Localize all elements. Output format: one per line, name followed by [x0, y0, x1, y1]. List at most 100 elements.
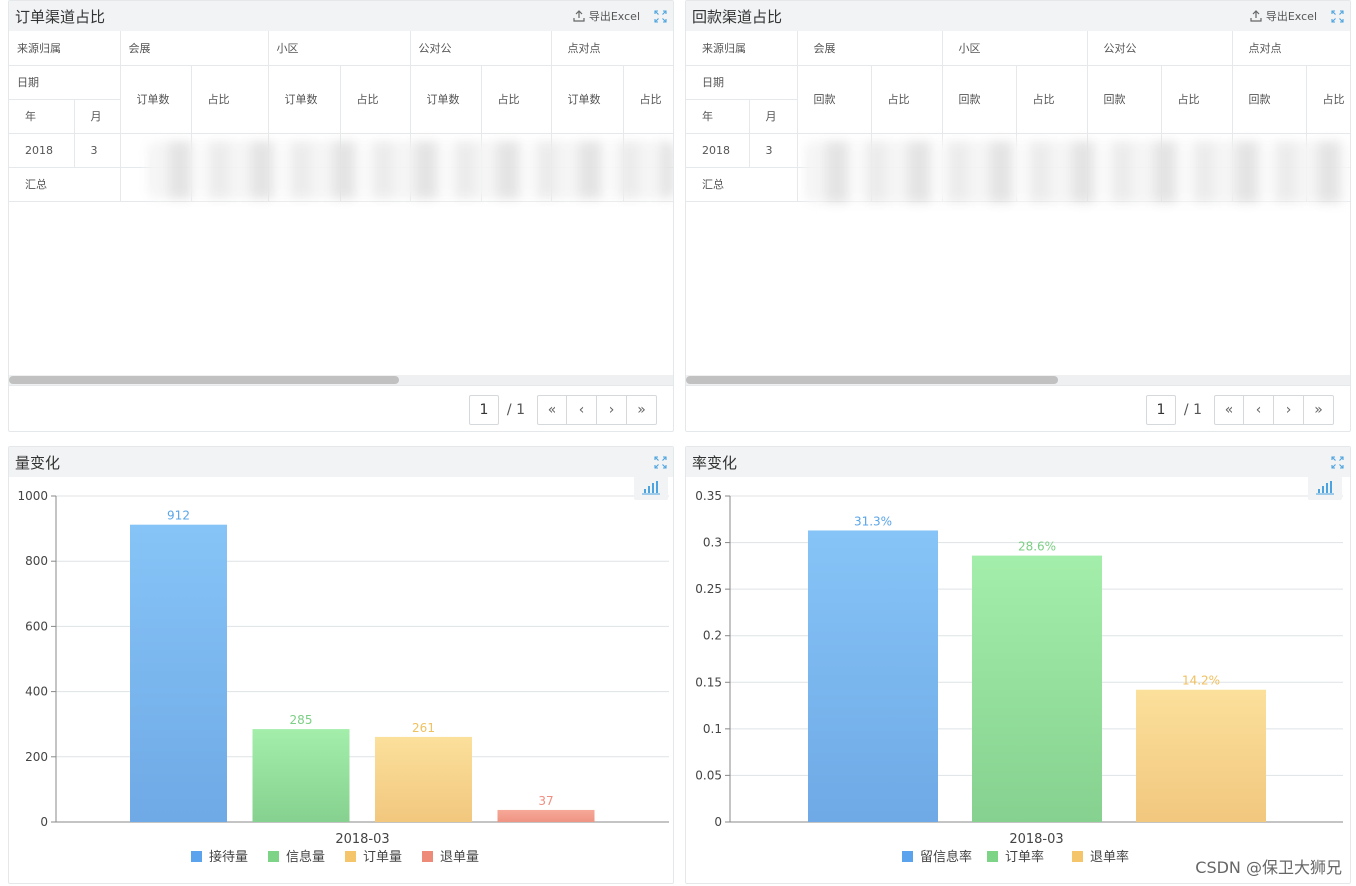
legend-label[interactable]: 退单率: [1090, 849, 1129, 865]
refund-panel-title: 回款渠道占比: [692, 7, 783, 26]
last-page-button[interactable]: »: [1304, 395, 1334, 425]
order-channel-panel: 订单渠道占比 导出Excel 来源归属 会展 小区 公对公 点对点 日期 订单数…: [8, 0, 674, 432]
export-excel-button[interactable]: 导出Excel: [1250, 8, 1317, 24]
col-header: 占比: [191, 65, 269, 134]
col-header: 占比: [340, 65, 411, 134]
source-header: 来源归属: [9, 31, 121, 66]
bar-订单率[interactable]: [972, 555, 1102, 822]
data-label: 31.3%: [854, 514, 892, 528]
scrollbar-thumb[interactable]: [9, 376, 399, 384]
y-tick-label: 0.1: [703, 722, 722, 736]
month-header: 月: [749, 99, 798, 134]
rate-panel-header: 率变化: [686, 447, 1350, 477]
scrollbar-thumb[interactable]: [686, 376, 1058, 384]
legend-swatch[interactable]: [345, 851, 356, 862]
bar-退单量[interactable]: [497, 809, 595, 822]
data-label: 14.2%: [1182, 674, 1220, 688]
y-tick-label: 0: [714, 815, 722, 829]
bar-订单量[interactable]: [375, 736, 472, 822]
header-b2b: 公对公: [410, 31, 552, 66]
page-input[interactable]: 1: [468, 395, 499, 425]
rate-bar-chart: 0 0.05 0.1 0.15 0.2 0.25 0.3 0.35 31.3% 28.6% 14.2…: [695, 477, 1343, 865]
legend-swatch[interactable]: [902, 851, 913, 862]
row-year: 2018: [9, 133, 75, 168]
y-tick-label: 0.3: [703, 536, 722, 550]
y-tick-label: 1000: [17, 489, 48, 503]
bar-接待量[interactable]: [130, 524, 227, 822]
legend-label[interactable]: 信息量: [286, 849, 325, 865]
y-tick-label: 200: [25, 750, 48, 764]
legend-label[interactable]: 退单量: [440, 850, 479, 865]
fullscreen-icon[interactable]: [654, 9, 667, 23]
data-label: 912: [167, 509, 190, 523]
first-page-button[interactable]: «: [1214, 395, 1244, 425]
first-page-button[interactable]: «: [537, 395, 567, 425]
col-header: 订单数: [120, 65, 192, 134]
pagination: 1 / 1 « ‹ › »: [468, 395, 657, 425]
summary-label: 汇总: [9, 167, 121, 202]
legend-label[interactable]: 留信息率: [920, 849, 972, 865]
prev-page-button[interactable]: ‹: [567, 395, 597, 425]
year-header: 年: [9, 99, 75, 134]
redacted-values: [147, 141, 673, 199]
header-community: 小区: [942, 31, 1088, 66]
redacted-values: [804, 141, 1350, 203]
header-exhibition: 会展: [120, 31, 269, 66]
export-excel-label: 导出Excel: [588, 10, 640, 23]
order-panel-title: 订单渠道占比: [15, 7, 106, 26]
upload-icon: [573, 10, 585, 22]
header-p2p: 点对点: [551, 31, 673, 66]
col-header: 占比: [1306, 65, 1350, 134]
chart-type-icon[interactable]: [634, 477, 668, 500]
volume-bar-chart: 0 200 400 600 800 1000 912 285 261 37 2018-03 接待量 信息…: [17, 477, 669, 865]
col-header: 回款: [1232, 65, 1307, 134]
horizontal-scrollbar[interactable]: [9, 375, 673, 385]
legend-swatch[interactable]: [987, 851, 998, 862]
y-tick-label: 0.05: [695, 768, 722, 782]
col-header: 占比: [481, 65, 552, 134]
prev-page-button[interactable]: ‹: [1244, 395, 1274, 425]
page-total: / 1: [1183, 402, 1202, 418]
data-label: 261: [412, 721, 435, 735]
y-tick-label: 0: [40, 815, 48, 829]
rate-panel-title: 率变化: [692, 453, 738, 472]
next-page-button[interactable]: ›: [597, 395, 627, 425]
row-month: 3: [749, 133, 798, 168]
export-excel-button[interactable]: 导出Excel: [573, 8, 640, 24]
horizontal-scrollbar[interactable]: [686, 375, 1350, 385]
bar-退单率[interactable]: [1136, 689, 1266, 822]
next-page-button[interactable]: ›: [1274, 395, 1304, 425]
bar-留信息率[interactable]: [808, 530, 938, 822]
col-header: 占比: [1016, 65, 1088, 134]
col-header: 回款: [942, 65, 1017, 134]
fullscreen-icon[interactable]: [654, 455, 667, 469]
legend-swatch[interactable]: [191, 851, 202, 862]
legend-swatch[interactable]: [422, 851, 433, 862]
fullscreen-icon[interactable]: [1331, 455, 1344, 469]
legend-swatch[interactable]: [1072, 851, 1083, 862]
bar-信息量[interactable]: [252, 729, 350, 822]
legend-label[interactable]: 订单量: [363, 850, 402, 865]
legend-label[interactable]: 接待量: [209, 849, 248, 865]
legend-label[interactable]: 订单率: [1005, 849, 1044, 865]
col-header: 回款: [1087, 65, 1162, 134]
row-month: 3: [74, 133, 121, 168]
chart-type-icon[interactable]: [1308, 477, 1342, 500]
legend-swatch[interactable]: [268, 851, 279, 862]
col-header: 占比: [1161, 65, 1233, 134]
volume-panel-title: 量变化: [15, 453, 61, 472]
last-page-button[interactable]: »: [627, 395, 657, 425]
refund-channel-panel: 回款渠道占比 导出Excel 来源归属 会展 小区 公对公 点对点 日期 回款 …: [685, 0, 1351, 432]
summary-label: 汇总: [686, 167, 798, 202]
data-label: 285: [290, 713, 313, 727]
page-input[interactable]: 1: [1145, 395, 1176, 425]
col-header: 订单数: [268, 65, 341, 134]
refund-panel-header: 回款渠道占比 导出Excel: [686, 1, 1350, 31]
fullscreen-icon[interactable]: [1331, 9, 1344, 23]
y-tick-label: 0.35: [695, 489, 722, 503]
row-year: 2018: [686, 133, 750, 168]
col-header: 占比: [623, 65, 673, 134]
col-header: 订单数: [410, 65, 482, 134]
data-label: 28.6%: [1018, 540, 1056, 554]
pagination: 1 / 1 « ‹ › »: [1145, 395, 1334, 425]
